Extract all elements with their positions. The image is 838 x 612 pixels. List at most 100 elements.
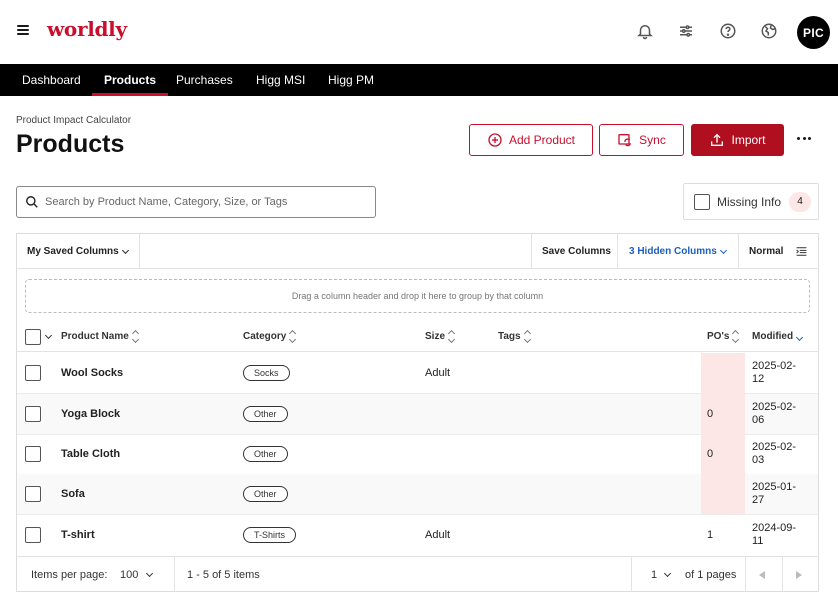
table-row[interactable]: Sofa Other 2025-01- 27	[17, 474, 818, 515]
modified-cell: 2024-09- 11	[752, 522, 797, 547]
select-all-control[interactable]	[25, 321, 53, 352]
hidden-columns-dropdown[interactable]: 3 Hidden Columns	[629, 234, 727, 269]
pos-cell: 1	[707, 529, 714, 541]
next-page-button[interactable]	[796, 557, 802, 592]
group-by-dropzone[interactable]: Drag a column header and drop it here to…	[25, 279, 810, 313]
sort-icon	[732, 329, 740, 343]
worldly-logo[interactable]: worldly	[47, 17, 127, 41]
row-checkbox[interactable]	[25, 365, 41, 381]
chevron-down-icon	[146, 569, 154, 577]
missing-info-label: Missing Info	[717, 194, 782, 209]
sort-icon	[289, 329, 297, 343]
bell-icon[interactable]	[636, 22, 654, 40]
table-row[interactable]: T-shirt T-Shirts Adult 1 2024-09- 11	[17, 515, 818, 556]
col-header-product-name[interactable]: Product Name	[61, 321, 139, 352]
col-header-modified[interactable]: Modified	[752, 321, 804, 352]
main-nav: Dashboard Products Purchases Higg MSI Hi…	[0, 64, 838, 96]
product-name[interactable]: Wool Socks	[61, 353, 123, 393]
import-button[interactable]: Import	[691, 124, 784, 156]
items-per-page-label: Items per page:	[31, 568, 108, 581]
chevron-down-icon[interactable]	[44, 331, 53, 339]
row-checkbox[interactable]	[25, 446, 41, 462]
size-cell: Adult	[425, 529, 451, 541]
row-checkbox[interactable]	[25, 406, 41, 422]
size-cell: Adult	[425, 367, 451, 379]
col-header-tags[interactable]: Tags	[498, 321, 531, 352]
upload-icon	[711, 133, 724, 146]
sort-icon	[447, 329, 456, 343]
menu-icon[interactable]	[17, 25, 29, 35]
breadcrumb[interactable]: Product Impact Calculator	[16, 115, 131, 126]
sort-desc-icon	[796, 332, 804, 342]
page-title: Products	[16, 130, 125, 158]
col-header-category[interactable]: Category	[243, 321, 297, 352]
search-input[interactable]	[45, 196, 365, 208]
search-icon	[26, 196, 38, 208]
items-per-page-value: 100	[120, 568, 139, 581]
modified-cell: 2025-02- 06	[752, 401, 797, 426]
table-row[interactable]: Yoga Block Other 0 2025-02- 06	[17, 394, 818, 435]
missing-po-highlight	[701, 353, 745, 393]
products-grid: My Saved Columns Save Columns 3 Hidden C…	[16, 233, 819, 592]
search-box[interactable]	[16, 186, 376, 218]
globe-icon[interactable]	[760, 22, 778, 40]
saved-columns-label: My Saved Columns	[27, 246, 119, 257]
col-header-pos[interactable]: PO's	[707, 321, 740, 352]
page-value: 1	[651, 568, 658, 581]
grid-toolbar: My Saved Columns Save Columns 3 Hidden C…	[17, 234, 818, 269]
save-columns-button[interactable]: Save Columns	[542, 234, 611, 269]
top-header: worldly PIC	[0, 0, 838, 64]
table-row[interactable]: Wool Socks Socks Adult 2025-02- 12	[17, 353, 818, 394]
sync-label: Sync	[639, 133, 666, 147]
modified-cell: 2025-02- 12	[752, 360, 797, 385]
category-chip: Other	[243, 486, 288, 502]
select-all-checkbox[interactable]	[25, 328, 41, 345]
row-checkbox[interactable]	[25, 486, 41, 502]
saved-columns-dropdown[interactable]: My Saved Columns	[27, 234, 129, 269]
modified-cell: 2025-02- 03	[752, 441, 797, 466]
nav-purchases[interactable]: Purchases	[176, 64, 233, 96]
sync-button[interactable]: Sync	[599, 124, 684, 156]
chevron-down-icon	[719, 246, 727, 254]
table-row[interactable]: Table Cloth Other 0 2025-02- 03	[17, 434, 818, 475]
category-chip: Other	[243, 406, 288, 422]
prev-page-button[interactable]	[759, 557, 765, 592]
missing-info-count-badge: 4	[789, 191, 812, 212]
import-label: Import	[731, 133, 766, 147]
help-icon[interactable]	[719, 22, 737, 40]
category-chip: Other	[243, 446, 288, 462]
density-label: Normal	[749, 246, 784, 257]
chevron-down-icon	[121, 246, 129, 254]
product-name[interactable]: Sofa	[61, 474, 85, 514]
grid-pager: Items per page: 100 1 - 5 of 5 items 1 o…	[17, 556, 818, 592]
nav-higg-pm[interactable]: Higg PM	[328, 64, 374, 96]
product-name[interactable]: Yoga Block	[61, 394, 120, 434]
hidden-columns-label: 3 Hidden Columns	[629, 246, 717, 257]
col-header-size[interactable]: Size	[425, 321, 456, 352]
density-settings-icon[interactable]	[795, 245, 808, 258]
add-product-button[interactable]: Add Product	[469, 124, 593, 156]
pos-cell: 0	[707, 448, 714, 460]
sliders-icon[interactable]	[677, 22, 695, 40]
items-per-page-select[interactable]: 100	[120, 557, 154, 592]
more-options-icon[interactable]	[797, 137, 811, 141]
sync-icon	[618, 134, 632, 147]
row-checkbox[interactable]	[25, 527, 41, 543]
missing-po-highlight	[701, 474, 745, 514]
sort-icon	[131, 329, 139, 343]
page-count: of 1 pages	[685, 568, 737, 581]
column-header-row: Product Name Category Size Tags PO's Mod…	[17, 321, 818, 352]
plus-circle-icon	[488, 133, 502, 147]
nav-higg-msi[interactable]: Higg MSI	[256, 64, 305, 96]
product-name[interactable]: T-shirt	[61, 515, 95, 555]
density-dropdown[interactable]: Normal	[749, 234, 783, 269]
user-avatar[interactable]: PIC	[797, 16, 830, 49]
missing-info-filter[interactable]: Missing Info 4	[683, 183, 819, 220]
product-name[interactable]: Table Cloth	[61, 434, 120, 474]
add-product-label: Add Product	[508, 133, 576, 147]
page-select[interactable]: 1	[651, 557, 672, 592]
missing-info-checkbox[interactable]	[694, 193, 710, 210]
nav-products[interactable]: Products	[91, 64, 169, 96]
nav-dashboard[interactable]: Dashboard	[22, 64, 81, 96]
pager-range: 1 - 5 of 5 items	[187, 568, 260, 581]
